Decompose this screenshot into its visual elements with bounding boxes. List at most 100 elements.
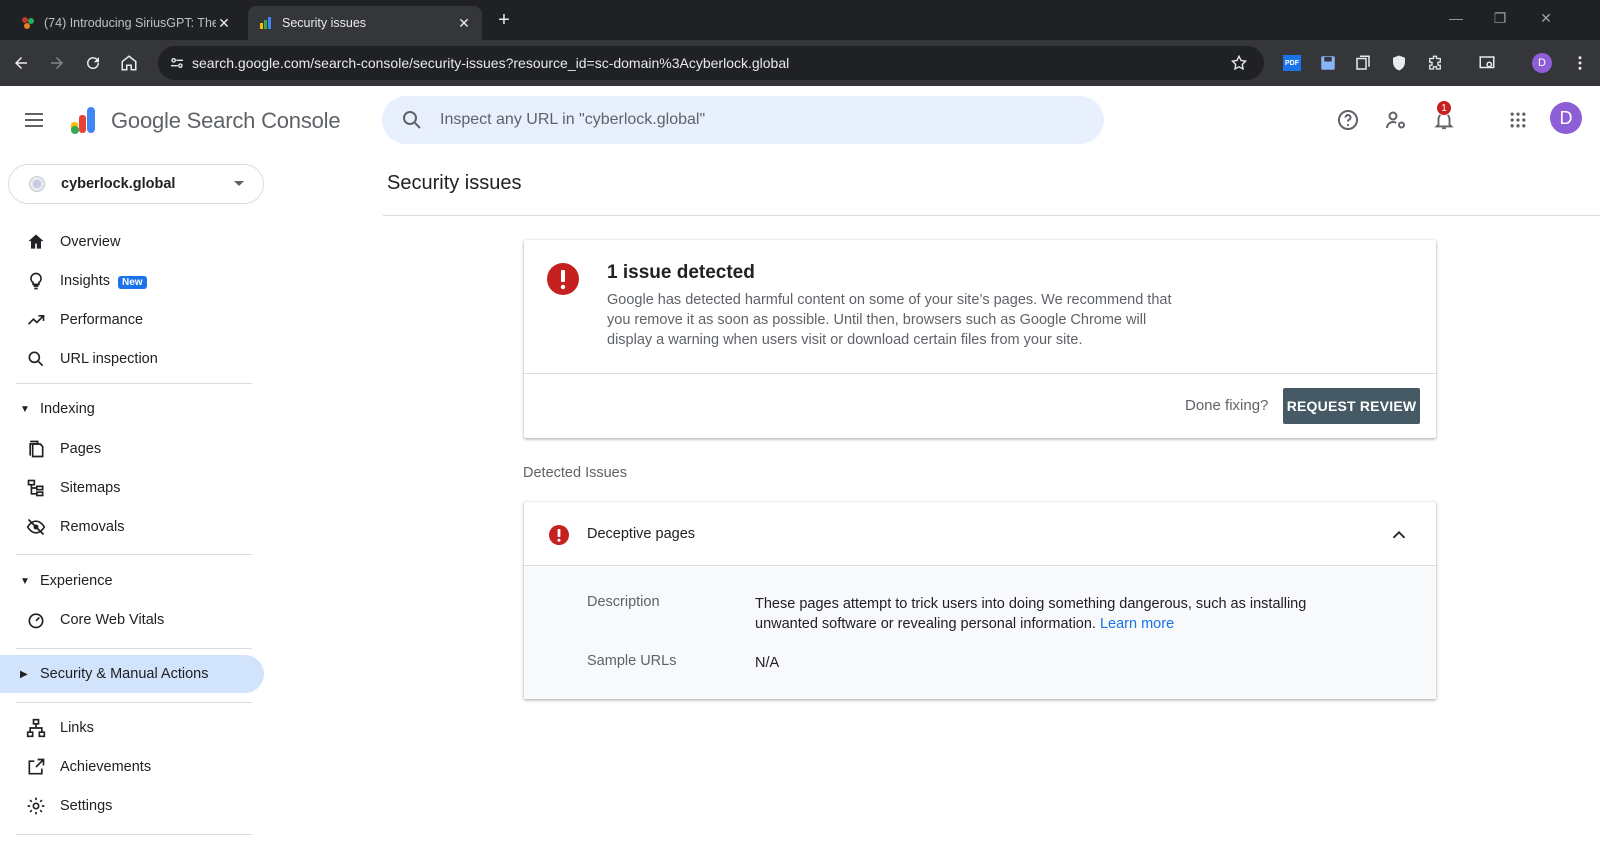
search-console-icon bbox=[260, 17, 271, 29]
close-icon[interactable]: ✕ bbox=[216, 15, 232, 32]
issues-count-title: 1 issue detected bbox=[607, 262, 755, 283]
sidebar-item-label: Sitemaps bbox=[60, 480, 121, 496]
user-settings-icon[interactable] bbox=[1382, 106, 1410, 134]
sidebar-item-label: Overview bbox=[60, 234, 121, 250]
browser-tab-bar: (74) Introducing SiriusGPT: The ✕ Securi… bbox=[0, 0, 1600, 40]
error-alert-icon bbox=[549, 525, 569, 545]
sidebar-item-insights[interactable]: Insights New bbox=[0, 262, 264, 300]
property-selector[interactable]: cyberlock.global bbox=[8, 164, 264, 204]
sidebar-item-label: Settings bbox=[60, 798, 113, 814]
sidebar-item-pages[interactable]: Pages bbox=[0, 430, 264, 468]
minimize-icon[interactable]: — bbox=[1446, 10, 1466, 26]
learn-more-link[interactable]: Learn more bbox=[1100, 616, 1174, 632]
pdf-extension-icon[interactable]: PDF bbox=[1282, 53, 1302, 73]
issue-detail-card: Deceptive pages Description These pages … bbox=[524, 502, 1436, 699]
pages-icon bbox=[25, 438, 47, 460]
browser-tab-1[interactable]: (74) Introducing SiriusGPT: The ✕ bbox=[10, 6, 242, 40]
notification-count-badge: 1 bbox=[1436, 100, 1452, 116]
twitter-icon bbox=[22, 17, 34, 29]
sidebar-item-achievements[interactable]: Achievements bbox=[0, 748, 264, 786]
menu-icon[interactable] bbox=[22, 108, 46, 132]
browser-menu-icon[interactable] bbox=[1570, 53, 1590, 73]
sidebar-divider bbox=[16, 648, 252, 649]
address-bar[interactable]: search.google.com/search-console/securit… bbox=[158, 46, 1264, 80]
sidebar-section-indexing[interactable]: ▼ Indexing bbox=[0, 391, 264, 427]
sidebar-item-url-inspection[interactable]: URL inspection bbox=[0, 340, 264, 378]
issue-name: Deceptive pages bbox=[587, 526, 696, 542]
new-tab-button[interactable]: + bbox=[492, 9, 516, 33]
forward-icon[interactable] bbox=[44, 50, 70, 76]
issues-summary-card: 1 issue detected Google has detected har… bbox=[524, 240, 1436, 438]
description-text: These pages attempt to trick users into … bbox=[755, 596, 1307, 632]
chevron-up-icon[interactable] bbox=[1388, 524, 1410, 546]
browser-profile-avatar[interactable]: D bbox=[1532, 53, 1552, 73]
search-input[interactable] bbox=[440, 111, 1040, 129]
home-icon[interactable] bbox=[116, 50, 142, 76]
app-title: Google Search Console bbox=[111, 108, 341, 133]
description-label: Description bbox=[587, 594, 660, 610]
error-alert-icon bbox=[547, 263, 579, 295]
app-header: Google Search Console 1 D bbox=[0, 86, 1600, 154]
sidebar-item-performance[interactable]: Performance bbox=[0, 301, 264, 339]
title-divider bbox=[383, 215, 1600, 216]
collapse-arrow-icon: ▼ bbox=[20, 575, 30, 587]
sidebar-item-label: URL inspection bbox=[60, 351, 158, 367]
sidebar-item-label: Removals bbox=[60, 519, 125, 535]
globe-icon bbox=[29, 176, 45, 192]
property-name: cyberlock.global bbox=[61, 176, 176, 192]
back-icon[interactable] bbox=[8, 50, 34, 76]
dropdown-caret-icon bbox=[234, 181, 244, 186]
help-icon[interactable] bbox=[1334, 106, 1362, 134]
lightbulb-icon bbox=[25, 270, 47, 292]
window-close-icon[interactable]: ✕ bbox=[1536, 10, 1556, 27]
sidebar-section-experience[interactable]: ▼ Experience bbox=[0, 563, 264, 599]
search-icon bbox=[403, 111, 421, 129]
sidebar-item-core-web-vitals[interactable]: Core Web Vitals bbox=[0, 601, 264, 639]
sidebar: cyberlock.global Overview Insights New Pe… bbox=[0, 154, 270, 852]
sidebar-item-settings[interactable]: Settings bbox=[0, 787, 264, 825]
avatar[interactable]: D bbox=[1550, 102, 1582, 134]
site-info-icon[interactable] bbox=[168, 55, 186, 71]
sidebar-divider bbox=[16, 554, 252, 555]
tab-title: (74) Introducing SiriusGPT: The bbox=[44, 16, 216, 30]
sidebar-item-label: Links bbox=[60, 720, 94, 736]
bookmark-star-icon[interactable] bbox=[1230, 54, 1248, 72]
gear-icon bbox=[25, 795, 47, 817]
sidebar-item-overview[interactable]: Overview bbox=[0, 223, 264, 261]
reload-icon[interactable] bbox=[80, 50, 106, 76]
close-icon[interactable]: ✕ bbox=[456, 15, 472, 32]
section-label: Indexing bbox=[40, 401, 95, 417]
request-review-button[interactable]: REQUEST REVIEW bbox=[1283, 388, 1420, 424]
browser-tab-2[interactable]: Security issues ✕ bbox=[248, 6, 482, 40]
sidepanel-search-icon[interactable] bbox=[1477, 53, 1497, 73]
browser-toolbar: search.google.com/search-console/securit… bbox=[0, 40, 1600, 86]
restore-icon[interactable]: ❐ bbox=[1490, 10, 1510, 27]
sidebar-section-security[interactable]: ▶ Security & Manual Actions bbox=[0, 655, 264, 693]
done-fixing-label: Done fixing? bbox=[1185, 397, 1269, 414]
links-icon bbox=[25, 717, 47, 739]
sidebar-divider bbox=[16, 702, 252, 703]
new-badge: New bbox=[117, 276, 147, 289]
sidebar-item-sitemaps[interactable]: Sitemaps bbox=[0, 469, 264, 507]
sample-urls-value: N/A bbox=[755, 655, 780, 671]
description-value: These pages attempt to trick users into … bbox=[755, 594, 1355, 634]
home-icon bbox=[25, 231, 47, 253]
trending-up-icon bbox=[25, 309, 47, 331]
sidebar-item-links[interactable]: Links bbox=[0, 709, 264, 747]
save-extension-icon[interactable] bbox=[1318, 53, 1338, 73]
section-label: Experience bbox=[40, 573, 113, 589]
apps-grid-icon[interactable] bbox=[1504, 106, 1532, 134]
detected-issues-heading: Detected Issues bbox=[523, 465, 627, 481]
copy-extension-icon[interactable] bbox=[1353, 53, 1373, 73]
extensions-puzzle-icon[interactable] bbox=[1425, 53, 1445, 73]
url-inspect-search[interactable] bbox=[382, 96, 1104, 144]
sidebar-item-label: Insights bbox=[60, 273, 110, 289]
sample-urls-label: Sample URLs bbox=[587, 653, 677, 669]
shield-extension-icon[interactable] bbox=[1389, 53, 1409, 73]
sidebar-item-label: Achievements bbox=[60, 759, 152, 775]
card-divider bbox=[524, 373, 1436, 374]
tab-title: Security issues bbox=[282, 16, 367, 30]
section-label: Security & Manual Actions bbox=[40, 666, 209, 682]
issue-header[interactable]: Deceptive pages bbox=[524, 502, 1436, 566]
sidebar-item-removals[interactable]: Removals bbox=[0, 508, 264, 546]
